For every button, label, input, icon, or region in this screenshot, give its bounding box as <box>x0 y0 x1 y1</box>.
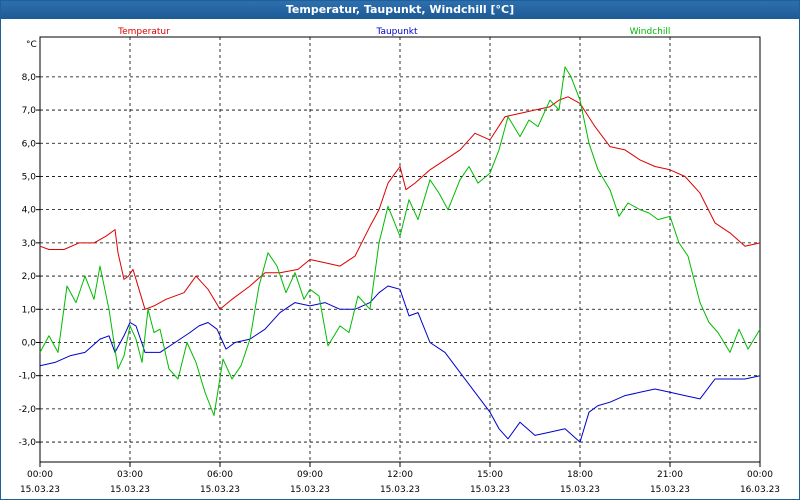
y-axis-unit: °C <box>26 40 37 50</box>
grid-layer <box>40 37 760 462</box>
x-tick-time: 00:00 <box>747 470 773 480</box>
x-tick-time: 00:00 <box>27 470 53 480</box>
y-tick-label: -1,0 <box>18 372 36 382</box>
x-tick-time: 18:00 <box>567 470 593 480</box>
x-tick-time: 12:00 <box>387 470 413 480</box>
x-tick-date: 15.03.23 <box>560 485 600 495</box>
x-tick-date: 16.03.23 <box>740 485 780 495</box>
y-tick-label: 5,0 <box>22 172 37 182</box>
x-tick-time: 06:00 <box>207 470 233 480</box>
x-tick-date: 15.03.23 <box>20 485 60 495</box>
x-tick-time: 09:00 <box>297 470 323 480</box>
y-tick-label: 2,0 <box>22 272 37 282</box>
y-tick-label: 4,0 <box>22 206 37 216</box>
legend-taupunkt: Taupunkt <box>375 27 418 37</box>
x-tick-date: 15.03.23 <box>200 485 240 495</box>
chart-plot: -3,0 -2,0 -1,0 0,0 1,0 2,0 3,0 4,0 5,0 6,0 7,0 8,0 0… <box>18 27 780 495</box>
x-tick-date: 15.03.23 <box>110 485 150 495</box>
x-tick-time: 15:00 <box>477 470 503 480</box>
legend-temperatur: Temperatur <box>117 27 170 37</box>
x-tick-date: 15.03.23 <box>380 485 420 495</box>
legend-windchill: Windchill <box>630 27 671 37</box>
y-tick-label: 3,0 <box>22 239 37 249</box>
y-tick-label: 1,0 <box>22 305 37 315</box>
y-tick-label: 0,0 <box>22 338 37 348</box>
x-tick-date: 15.03.23 <box>650 485 690 495</box>
y-tick-label: 7,0 <box>22 106 37 116</box>
x-tick-date: 15.03.23 <box>470 485 510 495</box>
x-tick-time: 03:00 <box>117 470 143 480</box>
axis-layer: -3,0 -2,0 -1,0 0,0 1,0 2,0 3,0 4,0 5,0 6,0 7,0 8,0 0… <box>18 36 780 495</box>
legend-layer: Temperatur Taupunkt Windchill <box>117 27 670 37</box>
y-tick-label: 8,0 <box>22 73 37 83</box>
y-tick-label: 6,0 <box>22 139 37 149</box>
y-tick-label: -3,0 <box>18 438 36 448</box>
x-tick-date: 15.03.23 <box>290 485 330 495</box>
y-tick-label: -2,0 <box>18 405 36 415</box>
x-tick-time: 21:00 <box>657 470 683 480</box>
